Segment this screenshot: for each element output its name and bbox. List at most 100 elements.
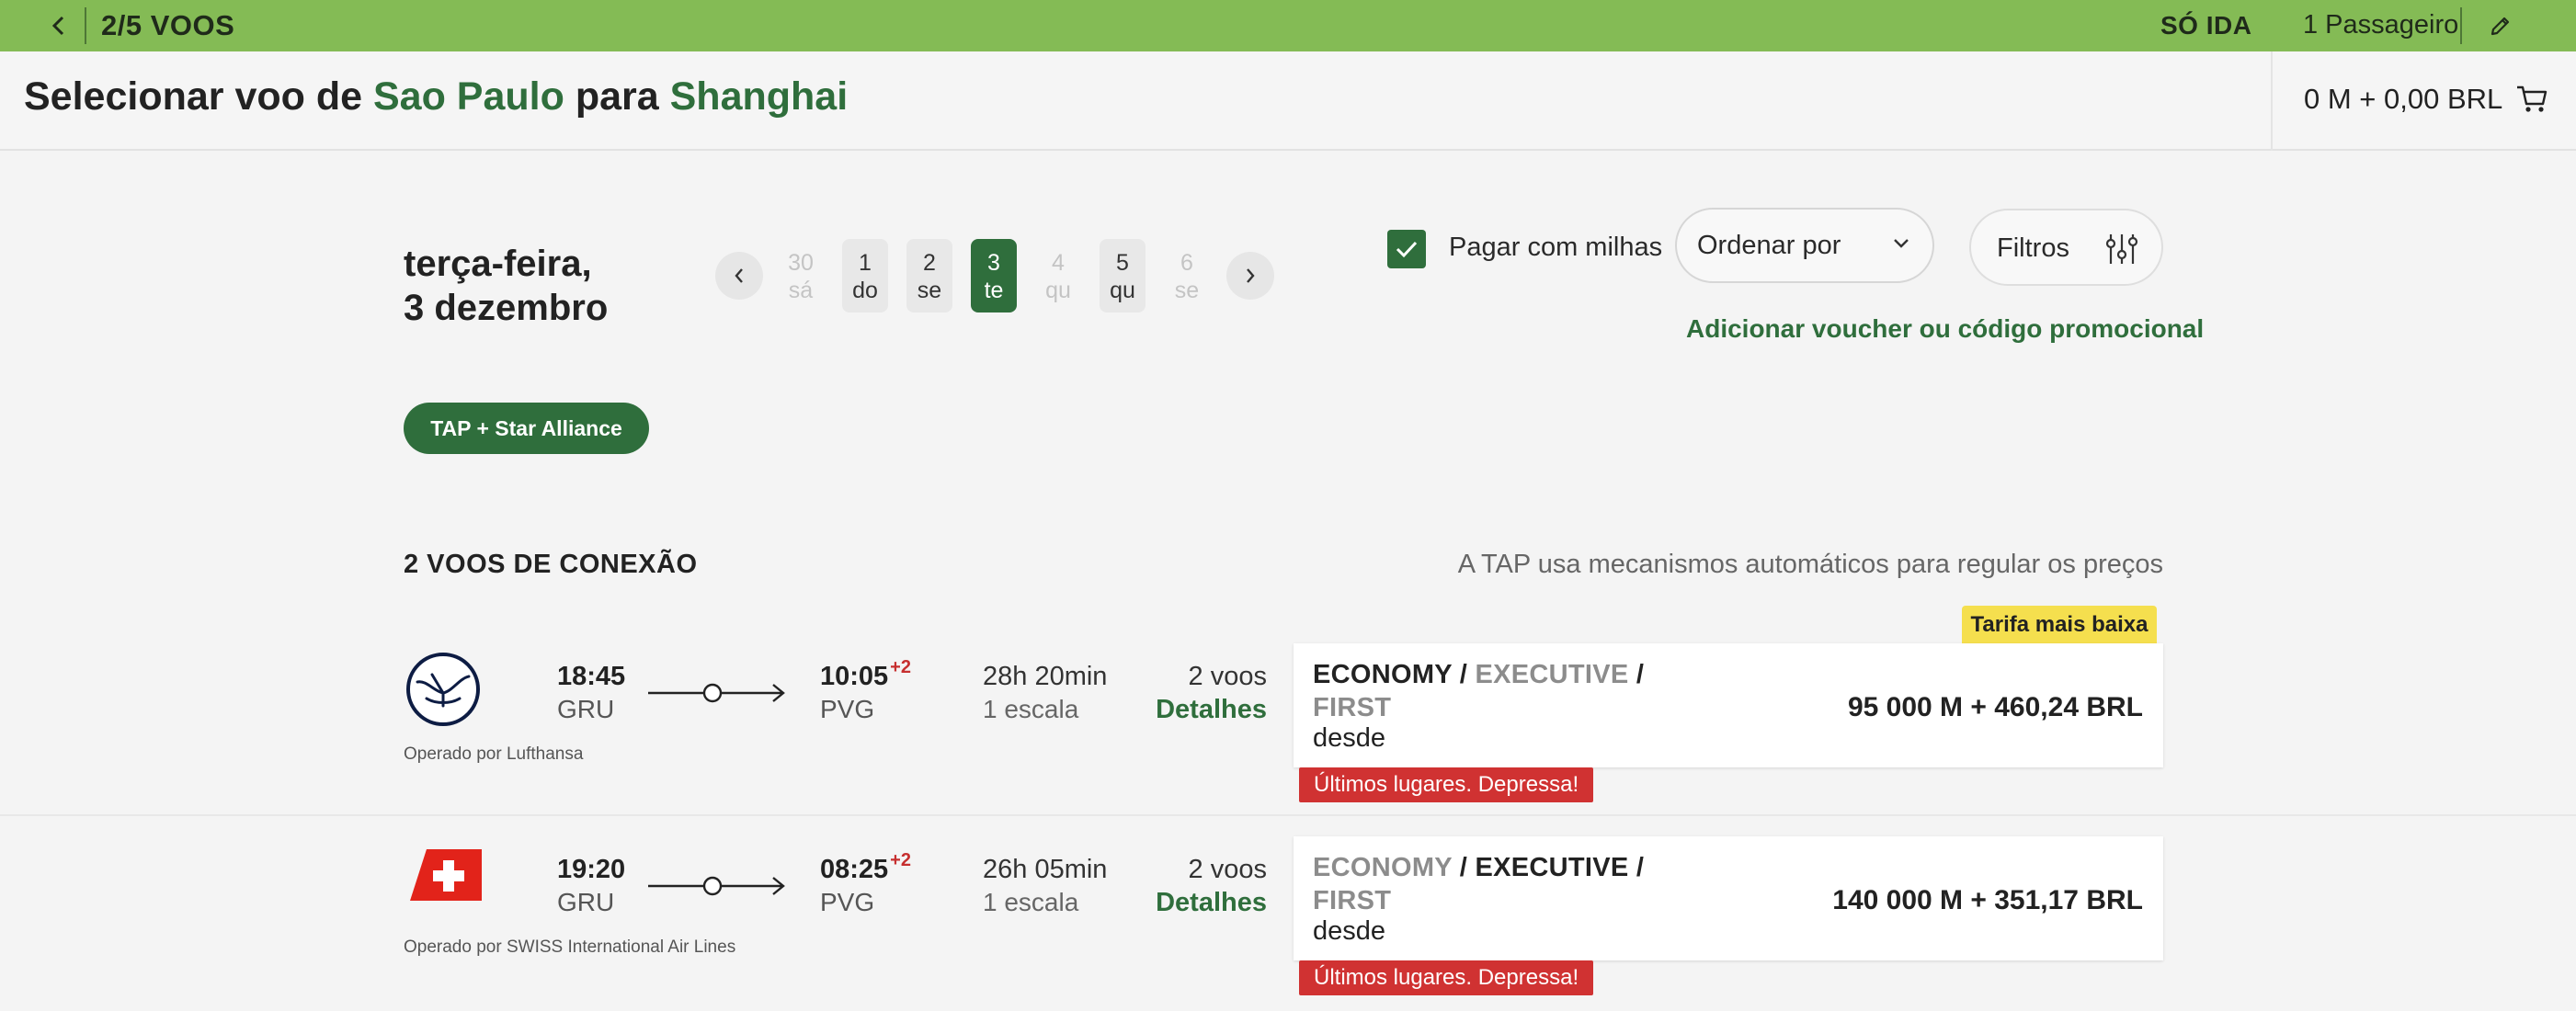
arrival-airport: PVG [820, 888, 875, 916]
passenger-count: 1 Passageiro [2303, 10, 2459, 40]
cabin-executive: EXECUTIVE [1475, 660, 1629, 689]
segment-count: 2 voos [1188, 855, 1267, 884]
fare-card[interactable]: ECONOMY / EXECUTIVE / FIRST desde 95 000… [1294, 643, 2163, 767]
swiss-logo-icon [410, 849, 482, 901]
day-option: 6 se [1164, 239, 1210, 312]
scarcity-warning: Últimos lugares. Depressa! [1299, 960, 1594, 995]
edit-search-button[interactable] [2482, 7, 2519, 44]
day-offset: +2 [890, 850, 911, 870]
departure-time: 19:20 [557, 855, 626, 884]
filters-button[interactable]: Filtros [1969, 209, 2163, 286]
pay-with-miles-checkbox[interactable] [1387, 230, 1426, 268]
prev-day-button[interactable] [715, 252, 763, 300]
next-day-button[interactable] [1226, 252, 1274, 300]
cabin-classes: ECONOMY / EXECUTIVE / FIRST [1313, 853, 1645, 915]
cabin-executive: EXECUTIVE [1475, 853, 1629, 882]
fare-card[interactable]: ECONOMY / EXECUTIVE / FIRST desde 140 00… [1294, 836, 2163, 960]
chevron-down-icon [1894, 239, 1909, 248]
divider [85, 7, 86, 44]
fare-price: 140 000 M + 351,17 BRL [1832, 885, 2143, 915]
day-number: 4 [1052, 250, 1065, 276]
cabin-first: FIRST [1313, 886, 1392, 915]
day-option[interactable]: 1 do [842, 239, 888, 312]
operated-by: Operado por Lufthansa [404, 744, 584, 764]
selected-date-label: terça-feira, 3 dezembro [404, 242, 608, 330]
details-link[interactable]: Detalhes [1122, 695, 1267, 725]
divider [2460, 7, 2462, 44]
departure-airport: GRU [557, 888, 615, 916]
price-from-label: desde [1313, 916, 1386, 946]
voucher-link[interactable]: Adicionar voucher ou código promocional [1686, 314, 2204, 344]
back-button[interactable] [40, 7, 77, 44]
day-number: 3 [987, 250, 1000, 276]
stops: 1 escala [983, 695, 1079, 723]
day-weekday: do [852, 278, 878, 303]
day-number: 30 [788, 250, 814, 276]
day-number: 1 [859, 250, 872, 276]
day-option: 30 sá [778, 239, 824, 312]
price-from-label: desde [1313, 723, 1386, 753]
day-weekday: se [917, 278, 942, 303]
day-option[interactable]: 2 se [906, 239, 952, 312]
day-number: 6 [1180, 250, 1193, 276]
lufthansa-logo-icon [406, 653, 480, 726]
cabin-classes: ECONOMY / EXECUTIVE / FIRST [1313, 660, 1645, 722]
duration: 28h 20min [983, 662, 1108, 691]
sort-dropdown-label: Ordenar por [1697, 231, 1841, 260]
day-weekday: sá [788, 278, 814, 303]
route-arrow-icon [648, 683, 785, 703]
day-weekday: qu [1045, 278, 1071, 303]
arrival-time-value: 08:25 [820, 855, 889, 884]
day-weekday: se [1174, 278, 1200, 303]
arrival-airport: PVG [820, 695, 875, 723]
selected-weekday: terça-feira, [404, 244, 592, 284]
filters-label: Filtros [1997, 233, 2069, 263]
selected-date: 3 dezembro [404, 288, 609, 328]
route-arrow-icon [648, 876, 785, 896]
fare-price: 95 000 M + 460,24 BRL [1847, 692, 2143, 722]
departure-airport: GRU [557, 695, 615, 723]
day-number: 2 [923, 250, 936, 276]
chevron-right-icon [1247, 268, 1255, 283]
day-offset: +2 [890, 657, 911, 677]
day-option[interactable]: 5 qu [1100, 239, 1146, 312]
page-title: Selecionar voo de Sao Paulo para Shangha… [24, 74, 848, 119]
day-number: 5 [1116, 250, 1129, 276]
flight-row: Operado por SWISS International Air Line… [0, 814, 2576, 1004]
arrival-time: 08:25 +2 [820, 850, 911, 885]
cart-summary[interactable]: 0 M + 0,00 BRL [2304, 83, 2548, 116]
pricing-note: A TAP usa mecanismos automáticos para re… [1457, 550, 2163, 579]
chevron-left-icon [51, 16, 64, 36]
checkmark-icon [1396, 241, 1418, 258]
title-mid: para [575, 74, 659, 119]
pencil-icon [2491, 17, 2510, 36]
operated-by: Operado por SWISS International Air Line… [404, 937, 736, 957]
cart-total: 0 M + 0,00 BRL [2304, 83, 2503, 115]
cabin-economy: ECONOMY [1313, 853, 1453, 882]
destination-city: Shanghai [669, 74, 849, 119]
step-indicator: 2/5 VOOS [101, 9, 235, 41]
cart-icon [2517, 85, 2548, 112]
alliance-filter-chip[interactable]: TAP + Star Alliance [404, 403, 649, 454]
arrival-time: 10:05 +2 [820, 657, 911, 692]
origin-city: Sao Paulo [372, 74, 564, 119]
sort-dropdown[interactable]: Ordenar por [1675, 208, 1934, 283]
duration: 26h 05min [983, 855, 1108, 884]
departure-time: 18:45 [557, 662, 626, 691]
flight-row: Operado por Lufthansa 18:45 GRU 10:05 +2 … [0, 623, 2576, 812]
day-option-selected[interactable]: 3 te [971, 239, 1017, 312]
day-weekday: te [984, 278, 1004, 303]
details-link[interactable]: Detalhes [1122, 888, 1267, 918]
divider [2271, 51, 2273, 151]
arrival-time-value: 10:05 [820, 662, 889, 691]
day-weekday: qu [1110, 278, 1135, 303]
pay-with-miles-label: Pagar com milhas [1449, 233, 1663, 262]
cabin-economy: ECONOMY [1313, 660, 1453, 689]
top-bar: 2/5 VOOS SÓ IDA 1 Passageiro [0, 0, 2576, 51]
cabin-first: FIRST [1313, 693, 1392, 722]
results-title: 2 VOOS DE CONEXÃO [404, 550, 698, 579]
chevron-left-icon [735, 268, 743, 283]
stops: 1 escala [983, 888, 1079, 916]
segment-count: 2 voos [1188, 662, 1267, 691]
scarcity-warning: Últimos lugares. Depressa! [1299, 767, 1594, 802]
